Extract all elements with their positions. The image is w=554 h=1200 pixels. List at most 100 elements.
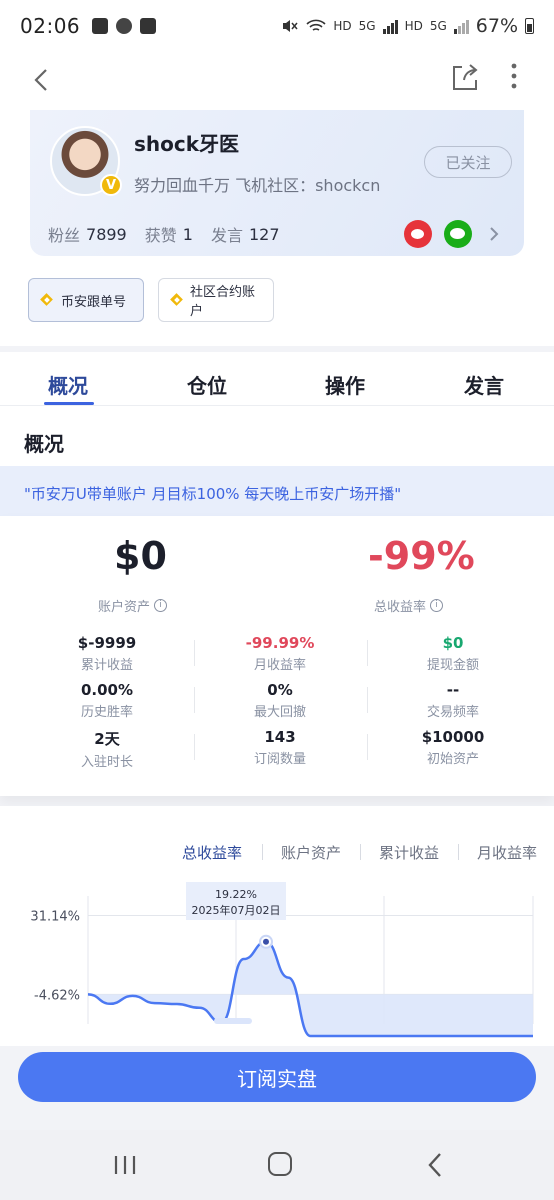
- system-back-icon[interactable]: [424, 1150, 448, 1180]
- binance-icon: [39, 292, 55, 308]
- user-name: shock牙医: [134, 132, 240, 156]
- metric-max-drawdown: 0% 最大回撤: [193, 681, 367, 720]
- metric-value: $10000: [421, 728, 485, 746]
- metric-label: 订阅数量: [253, 752, 306, 767]
- tab-underline: [44, 402, 94, 405]
- notification-icons: [92, 18, 157, 34]
- tab-operations[interactable]: 操作: [325, 370, 365, 399]
- metric-label: 月收益率: [253, 658, 306, 673]
- chart-tab-cumulative-profit[interactable]: 累计收益: [379, 842, 439, 863]
- tag-label: 币安跟单号: [61, 294, 127, 310]
- hd-label-2: HD: [404, 19, 423, 33]
- chart-tab-total-return[interactable]: 总收益率: [182, 842, 242, 863]
- metric-label: 入驻时长: [80, 755, 133, 770]
- tab-overview[interactable]: 概况: [48, 370, 88, 399]
- info-icon[interactable]: i: [430, 599, 444, 612]
- total-return-value: -99%: [368, 534, 475, 578]
- data-point-dot: [263, 938, 269, 945]
- posts-value: 127: [248, 224, 280, 244]
- tag-binance-copy-trading[interactable]: 币安跟单号: [28, 278, 144, 322]
- metric-value: 2天: [94, 730, 120, 748]
- info-icon[interactable]: i: [154, 599, 168, 612]
- metric-value: 0.00%: [80, 681, 134, 699]
- account-asset-label: 账户资产: [98, 600, 151, 615]
- more-vertical-icon[interactable]: [500, 60, 528, 94]
- metric-value: -99.99%: [245, 634, 315, 652]
- 5g-label-1: 5G: [358, 19, 376, 33]
- signal-icon: [382, 18, 398, 34]
- metric-label: 历史胜率: [80, 705, 133, 720]
- return-chart[interactable]: 31.14% -4.62% 19.22% 2025年07月02日: [0, 876, 554, 1046]
- metric-label: 提现金额: [426, 658, 479, 673]
- follow-button[interactable]: 已关注: [424, 146, 512, 178]
- metric-value: $-9999: [77, 634, 137, 652]
- divider: [194, 734, 195, 760]
- metric-value: 143: [264, 728, 296, 746]
- metric-label: 最大回撤: [253, 705, 306, 720]
- total-return-label: 总收益率: [374, 600, 427, 615]
- divider: [367, 640, 368, 666]
- scroll-indicator[interactable]: [214, 1018, 252, 1024]
- summary-panel: $0 账户资产 i -99% 总收益率 i $-9999 累计收益 -99.99…: [0, 516, 554, 796]
- chart-tab-monthly-return[interactable]: 月收益率: [477, 842, 537, 863]
- profile-card: V shock牙医 努力回血千万 飞机社区：shockcn 已关注 粉丝 789…: [30, 110, 524, 256]
- account-asset-value: $0: [114, 534, 167, 578]
- y-tick-label: 31.14%: [30, 910, 80, 925]
- metric-label: 累计收益: [80, 658, 133, 673]
- divider: [367, 734, 368, 760]
- battery-icon: [525, 18, 534, 34]
- notice-text: "币安万U带单账户 月目标100% 每天晚上币安广场开播": [24, 485, 402, 503]
- app-notification-icon: [116, 18, 133, 34]
- notice-banner: "币安万U带单账户 月目标100% 每天晚上币安广场开播": [0, 466, 554, 516]
- fans-value: 7899: [86, 224, 127, 244]
- metric-label: 初始资产: [426, 752, 479, 767]
- hd-label-1: HD: [333, 19, 352, 33]
- posts-label: 发言: [210, 226, 243, 245]
- metric-initial-asset: $10000 初始资产: [366, 728, 540, 767]
- mute-icon: [283, 20, 298, 32]
- chevron-right-icon[interactable]: [484, 222, 504, 246]
- account-asset-label-group[interactable]: 账户资产 i: [98, 596, 168, 615]
- tag-label: 社区合约账户: [189, 285, 255, 319]
- tab-bar: 概况 仓位 操作 发言: [0, 352, 554, 406]
- fans-label: 粉丝: [48, 226, 81, 245]
- share-icon[interactable]: [448, 60, 482, 94]
- divider: [194, 687, 195, 713]
- wechat-icon[interactable]: [444, 220, 472, 248]
- section-title: 概况: [24, 432, 64, 456]
- metric-cumulative-profit: $-9999 累计收益: [20, 634, 194, 673]
- tooltip-text: 19.22%: [215, 888, 257, 901]
- home-icon[interactable]: [268, 1152, 292, 1176]
- divider: [262, 844, 263, 860]
- user-bio: 努力回血千万 飞机社区：shockcn: [134, 176, 381, 195]
- metric-trade-frequency: -- 交易频率: [366, 681, 540, 720]
- divider: [360, 844, 361, 860]
- weibo-icon[interactable]: [404, 220, 432, 248]
- tab-posts[interactable]: 发言: [464, 370, 504, 399]
- metric-value: $0: [442, 634, 464, 652]
- section-header: 概况: [0, 406, 554, 466]
- metric-monthly-return: -99.99% 月收益率: [193, 634, 367, 673]
- subscribe-button[interactable]: 订阅实盘: [18, 1052, 536, 1102]
- tag-community-contract[interactable]: 社区合约账户: [158, 278, 274, 322]
- status-time: 02:06: [20, 14, 81, 38]
- metric-subscriptions: 143 订阅数量: [193, 728, 367, 767]
- likes-label: 获赞: [144, 226, 177, 245]
- signal-icon-2: [453, 18, 469, 34]
- back-arrow-icon[interactable]: [30, 62, 66, 98]
- recent-apps-icon[interactable]: [112, 1154, 138, 1176]
- y-tick-label: -4.62%: [34, 988, 80, 1003]
- stats-row: 粉丝 7899 获赞 1 发言 127: [48, 222, 292, 246]
- chart-tooltip: 19.22% 2025年07月02日: [186, 882, 286, 920]
- tab-positions[interactable]: 仓位: [187, 370, 227, 399]
- status-bar: 02:06 HD 5G HD 5G 67%: [0, 0, 554, 52]
- metric-win-rate: 0.00% 历史胜率: [20, 681, 194, 720]
- chart-tab-account-asset[interactable]: 账户资产: [281, 842, 341, 863]
- total-return-label-group[interactable]: 总收益率 i: [374, 596, 444, 615]
- divider: [194, 640, 195, 666]
- chart-area: 总收益率 账户资产 累计收益 月收益率 31.14% -4.62% 19.22% 2…: [0, 806, 554, 1046]
- tooltip-text: 2025年07月02日: [192, 903, 281, 917]
- chart-point-marker[interactable]: [259, 934, 273, 949]
- metric-value: 0%: [267, 681, 293, 699]
- metric-value: --: [446, 681, 460, 699]
